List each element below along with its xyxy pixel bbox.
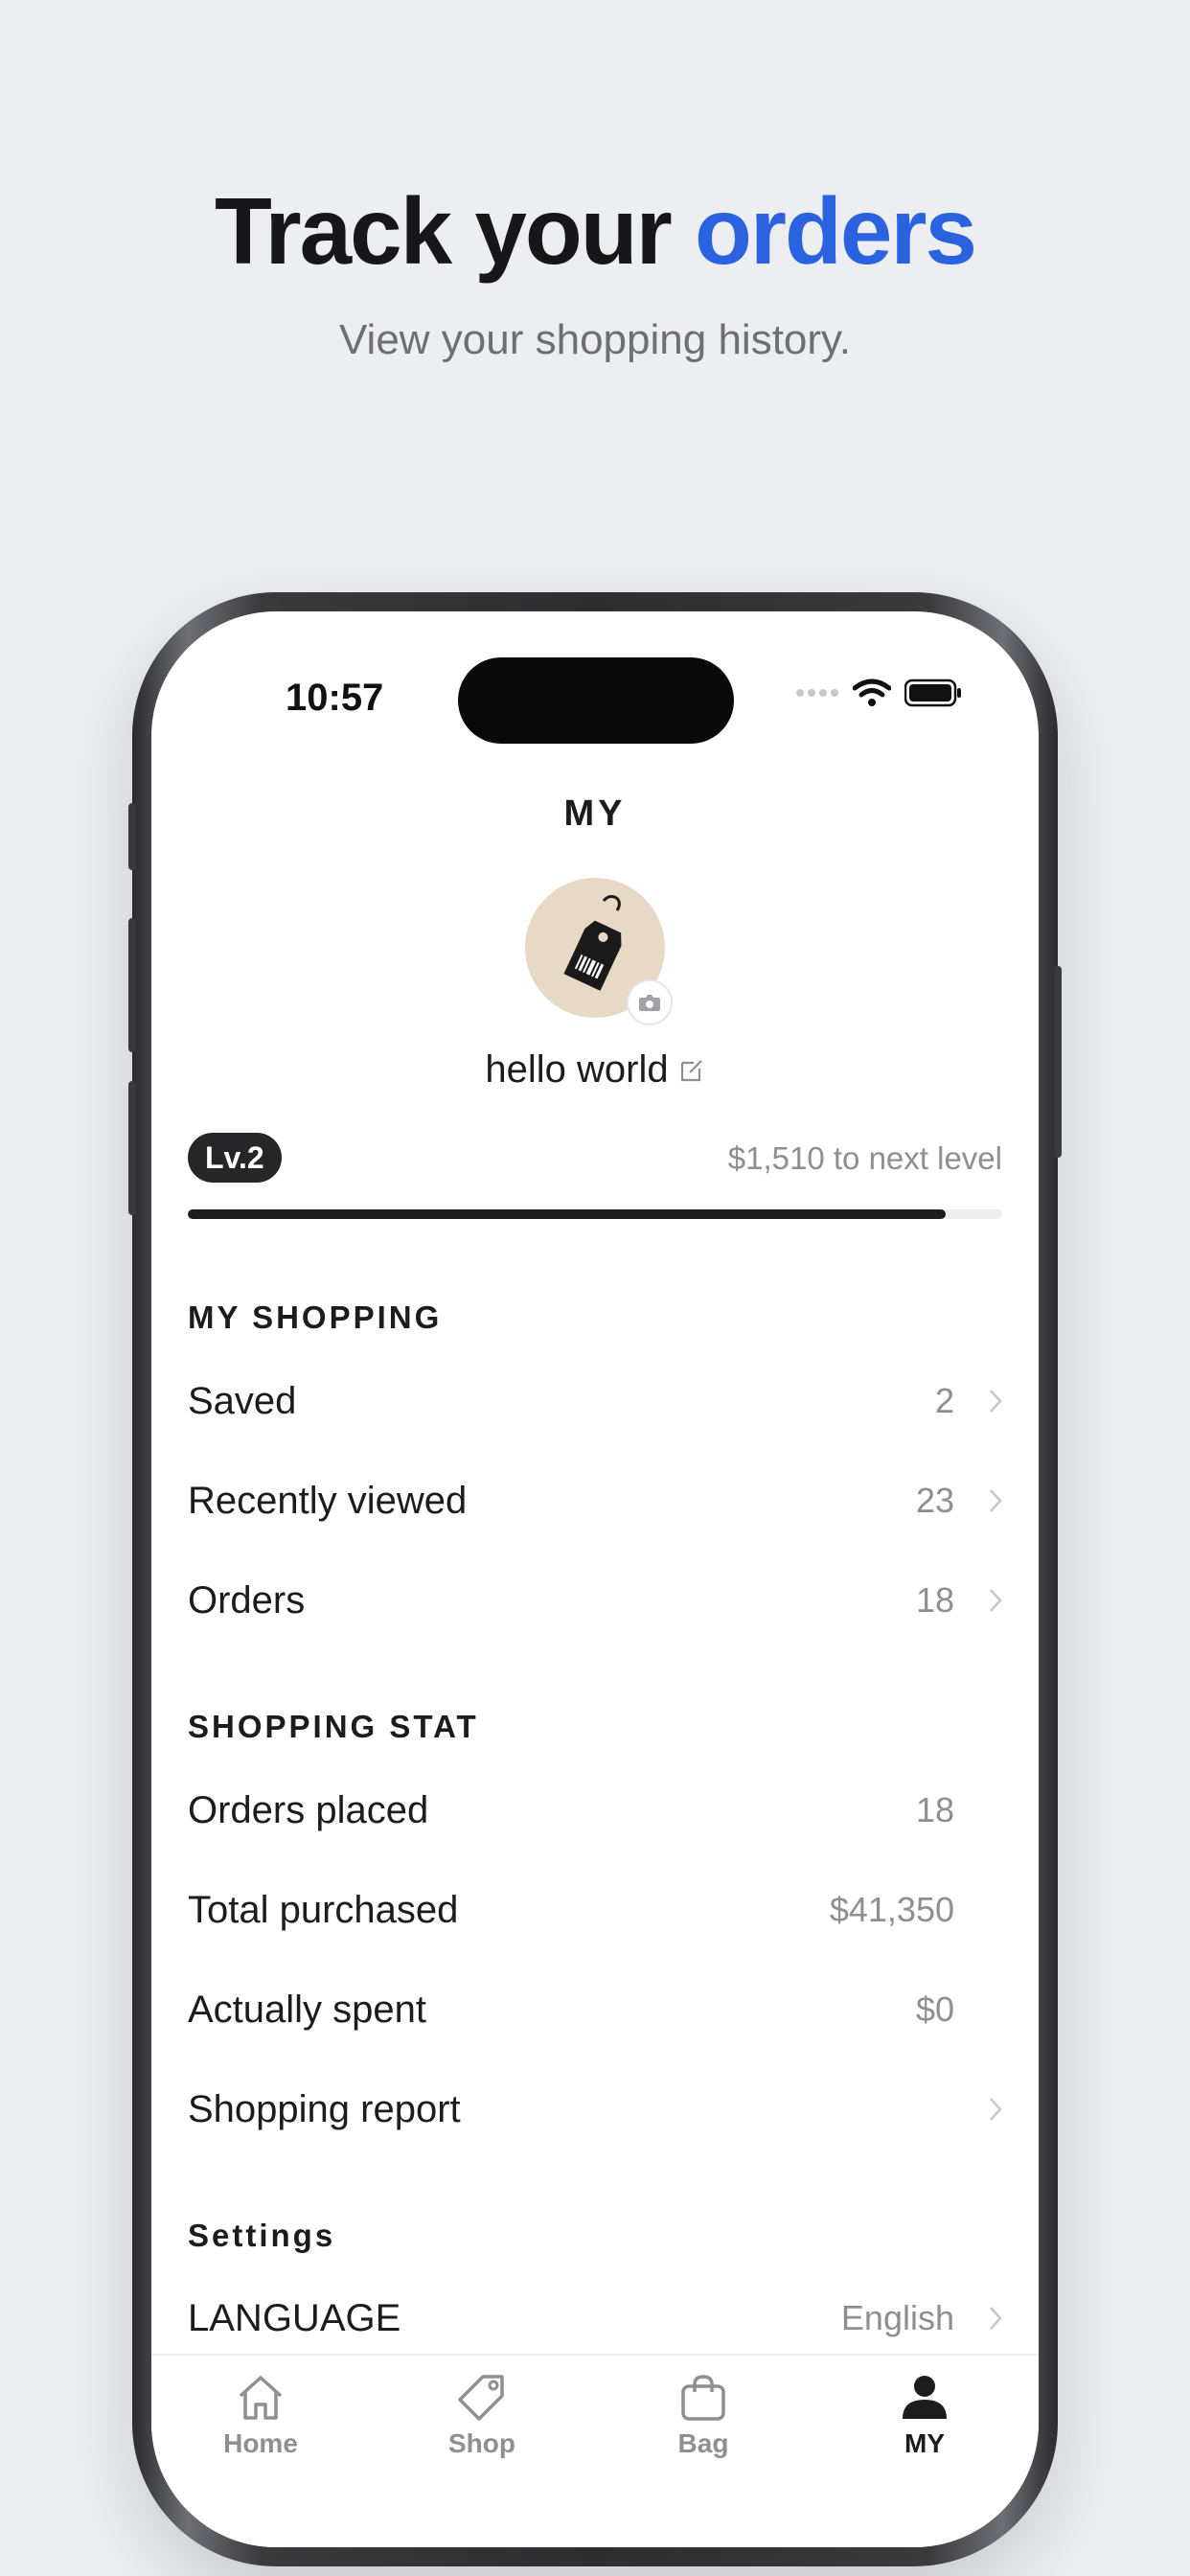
home-icon [239, 2376, 283, 2420]
row-orders[interactable]: Orders 18 [188, 1562, 1002, 1639]
battery-icon [904, 678, 961, 707]
tab-my[interactable]: MY [848, 2373, 1001, 2459]
section-title-settings: Settings [188, 2218, 336, 2253]
person-icon [903, 2376, 947, 2419]
level-progress-bar [188, 1209, 1002, 1219]
bag-icon [681, 2375, 725, 2421]
row-language[interactable]: LANGUAGE English [188, 2280, 1002, 2357]
tab-bag[interactable]: Bag [627, 2373, 780, 2459]
row-actually-spent: Actually spent $0 [188, 1971, 1002, 2048]
row-label: Saved [188, 1379, 297, 1422]
status-icons [795, 678, 962, 707]
page-title: MY [563, 794, 627, 834]
tab-shop[interactable]: Shop [405, 2373, 559, 2459]
hero-title-accent: orders [694, 178, 977, 284]
change-photo-button[interactable] [627, 979, 673, 1025]
tab-label: Bag [677, 2428, 729, 2458]
volume-up-button [128, 918, 136, 1052]
row-label: Actually spent [188, 1988, 427, 2031]
section-title-shopping-stat: SHOPPING STAT [188, 1709, 479, 1744]
chevron-right-icon [975, 1588, 1002, 1613]
tab-bar: Home Shop Bag MY [151, 2354, 1039, 2547]
power-button [1054, 966, 1062, 1158]
profile-name-row[interactable]: hello world [151, 1048, 1039, 1093]
tab-label: MY [904, 2428, 945, 2458]
action-button [128, 803, 136, 870]
edit-icon[interactable] [678, 1050, 705, 1093]
chevron-right-icon [975, 1488, 1002, 1513]
row-recently-viewed[interactable]: Recently viewed 23 [188, 1462, 1002, 1539]
profile-name: hello world [485, 1048, 669, 1091]
wifi-icon [853, 678, 891, 706]
row-label: Shopping report [188, 2087, 461, 2130]
row-value: 18 [915, 1790, 954, 1829]
row-orders-placed: Orders placed 18 [188, 1772, 1002, 1849]
volume-down-button [128, 1081, 136, 1215]
tab-label: Home [223, 2428, 298, 2458]
level-progress-fill [188, 1209, 946, 1219]
row-value: 23 [915, 1481, 954, 1520]
row-shopping-report[interactable]: Shopping report [188, 2071, 1002, 2148]
chevron-right-icon [975, 1389, 1002, 1414]
row-total-purchased: Total purchased $41,350 [188, 1872, 1002, 1948]
phone-frame: 10:57 MY hello world Lv.2 $1,510 to next… [128, 592, 1062, 2566]
row-value: 2 [934, 1381, 954, 1420]
tab-label: Shop [448, 2428, 515, 2458]
row-label: Orders [188, 1578, 306, 1622]
row-value: $41,350 [829, 1890, 954, 1929]
dynamic-island [458, 657, 734, 744]
row-label: LANGUAGE [188, 2296, 401, 2339]
chevron-right-icon [975, 2306, 1002, 2331]
row-label: Recently viewed [188, 1479, 468, 1522]
hero-title-start: Track your [215, 178, 695, 284]
row-value: English [840, 2298, 954, 2337]
next-level-text: $1,510 to next level [727, 1140, 1002, 1176]
row-value: 18 [915, 1580, 954, 1620]
phone-screen: 10:57 MY hello world Lv.2 $1,510 to next… [151, 611, 1039, 2547]
hero-subtitle: View your shopping history. [339, 316, 851, 363]
signal-icon [796, 689, 838, 697]
level-badge: Lv.2 [188, 1133, 282, 1183]
row-saved[interactable]: Saved 2 [188, 1363, 1002, 1439]
tab-home[interactable]: Home [184, 2373, 337, 2459]
section-title-my-shopping: MY SHOPPING [188, 1300, 443, 1335]
camera-icon [639, 995, 660, 1011]
status-time: 10:57 [286, 677, 384, 719]
row-label: Orders placed [188, 1788, 429, 1831]
tag-icon [458, 2375, 504, 2421]
chevron-right-icon [975, 2097, 1002, 2122]
row-value: $0 [915, 1990, 954, 2029]
hero-title: Track your orders [0, 177, 1190, 286]
row-label: Total purchased [188, 1888, 459, 1931]
